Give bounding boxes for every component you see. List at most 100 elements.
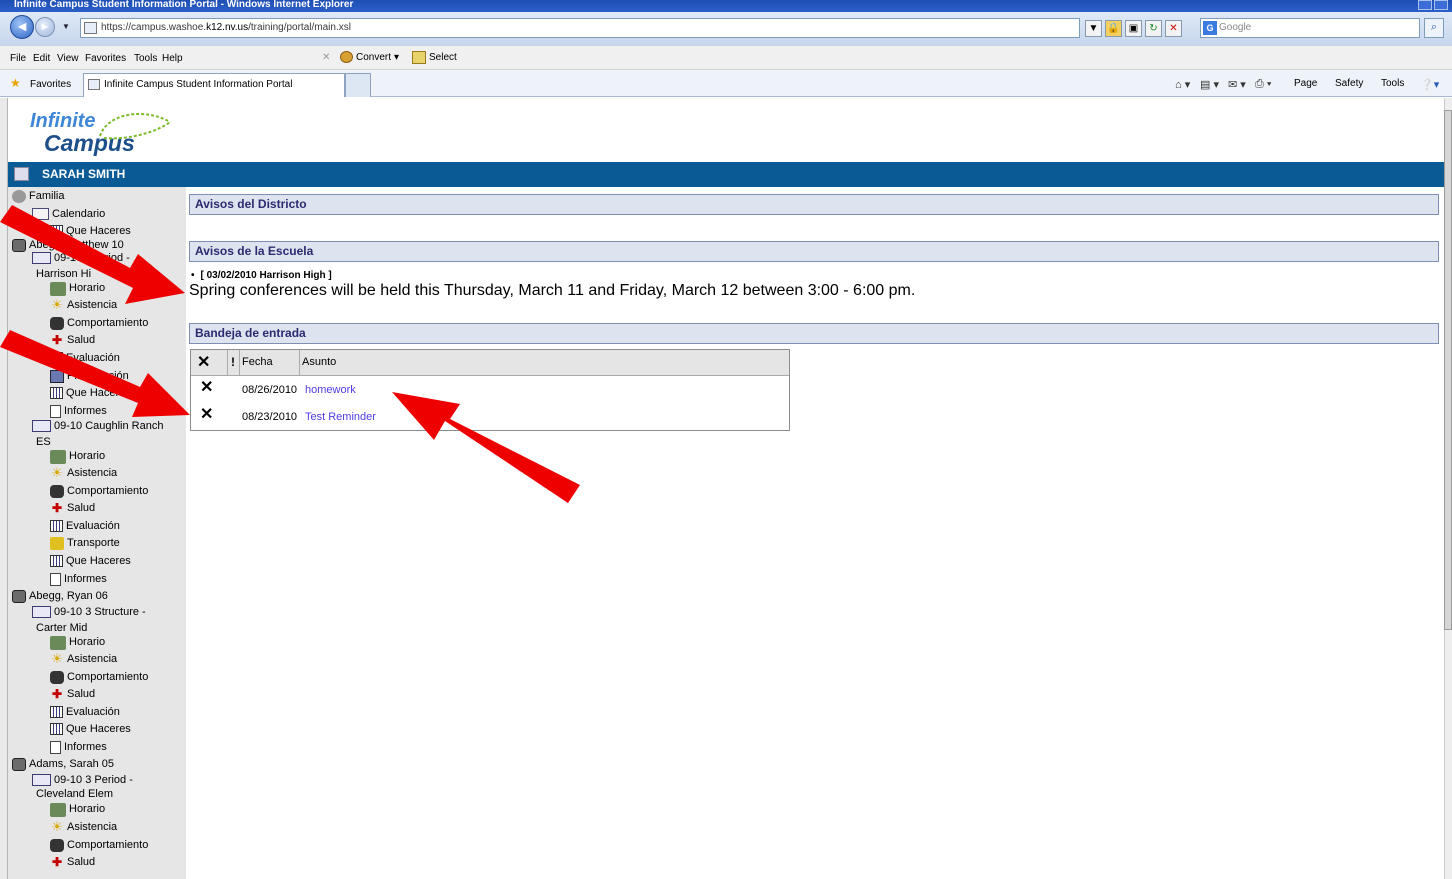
sidebar-item[interactable]: Comportamiento [50, 485, 148, 498]
lock-icon[interactable]: 🔒 [1105, 20, 1122, 37]
search-input[interactable]: G Google [1200, 18, 1420, 38]
col-priority[interactable]: ! [228, 350, 240, 375]
close-toolbar-icon[interactable]: ✕ [322, 52, 330, 63]
sidebar-item[interactable]: Informes [50, 405, 107, 418]
menu-favorites[interactable]: Favorites [85, 53, 126, 64]
url-dropdown-icon[interactable]: ▼ [1085, 20, 1102, 37]
col-date[interactable]: Fecha [240, 350, 300, 375]
address-bar-area: ◄ ► ▼ https://campus.washoe.k12.nv.us/tr… [0, 12, 1452, 46]
url-input[interactable]: https://campus.washoe.k12.nv.us/training… [80, 18, 1080, 38]
sidebar-item[interactable]: ✚ Salud [50, 856, 95, 869]
sidebar-item[interactable]: 09-10 3 Structure - [32, 606, 146, 619]
message-subject-link[interactable]: homework [305, 384, 356, 396]
sidebar-item[interactable]: Comportamiento [50, 671, 148, 684]
sidebar-item[interactable]: Que Haceres [50, 555, 131, 568]
menu-edit[interactable]: Edit [33, 53, 50, 64]
delete-icon[interactable]: ✕ [200, 380, 213, 396]
sidebar-item[interactable]: Horario [50, 450, 105, 464]
sidebar-item[interactable]: Informes [50, 741, 107, 754]
sidebar-item-label: Horario [69, 450, 106, 462]
sidebar-item[interactable]: Cleveland Elem [36, 788, 113, 801]
col-subject[interactable]: Asunto [300, 350, 789, 375]
sidebar-item[interactable]: ✚ Salud [50, 334, 95, 347]
window-left-edge [0, 98, 8, 879]
school-icon [32, 606, 51, 618]
recent-pages-dropdown-icon[interactable]: ▼ [62, 22, 70, 31]
chevron-down-icon: ▾ [394, 51, 400, 63]
safety-menu[interactable]: Safety [1335, 78, 1363, 89]
sidebar-item[interactable]: Evaluación [50, 706, 120, 719]
sidebar-item[interactable]: Calendario [32, 208, 105, 221]
sidebar-item[interactable]: ☀ Asistencia [50, 298, 117, 312]
convert-button[interactable]: Convert ▾ [340, 51, 399, 63]
sidebar-item[interactable]: 09-10 Caughlin Ranch [32, 420, 163, 433]
sidebar-item[interactable]: Comportamiento [50, 839, 148, 852]
sidebar-item[interactable]: Harrison Hi [36, 268, 91, 281]
tools-menu[interactable]: Tools [1381, 78, 1404, 89]
sidebar-item[interactable]: ✚ Salud [50, 502, 95, 515]
tab-title: Infinite Campus Student Information Port… [104, 79, 293, 90]
feeds-icon[interactable]: ▤ ▾ [1200, 78, 1219, 91]
sidebar-item[interactable]: Carter Mid [36, 622, 87, 635]
sidebar-item[interactable]: 09-10 3 Period - [32, 774, 133, 787]
sidebar-item[interactable]: Horario [50, 803, 105, 817]
favorites-star-icon[interactable]: ★ [10, 77, 21, 89]
sidebar-item[interactable]: ☀ Asistencia [50, 652, 117, 666]
menu-help[interactable]: Help [162, 53, 183, 64]
student-icon [12, 758, 26, 771]
sidebar-item-label: Adams, Sarah 05 [29, 758, 114, 770]
sidebar-item[interactable]: Que Haceres [50, 225, 131, 238]
stop-icon[interactable]: ✕ [1165, 20, 1182, 37]
sidebar-item[interactable]: Horario [50, 636, 105, 650]
sidebar-item[interactable]: Abegg, Matthew 10 [12, 239, 124, 252]
inbox-header: Bandeja de entrada [189, 323, 1439, 344]
sidebar-item[interactable]: Comportamiento [50, 317, 148, 330]
refresh-icon[interactable]: ↻ [1145, 20, 1162, 37]
col-delete-icon[interactable]: ✕ [191, 350, 228, 375]
sidebar-item[interactable]: Informes [50, 573, 107, 586]
sidebar-item[interactable]: 09-10 4Period - [32, 252, 130, 265]
menu-file[interactable]: File [10, 53, 26, 64]
sidebar-item[interactable]: Evaluación [50, 520, 120, 533]
delete-icon[interactable]: ✕ [200, 407, 213, 423]
sidebar-item[interactable]: Familia [12, 190, 64, 203]
back-button[interactable]: ◄ [10, 15, 34, 39]
compat-view-icon[interactable]: ▣ [1125, 20, 1142, 37]
print-icon[interactable]: ⎙ ▾ [1255, 78, 1271, 91]
student-icon [12, 590, 26, 603]
sidebar-item[interactable]: Adams, Sarah 05 [12, 758, 114, 771]
sidebar-item[interactable]: ☀ Asistencia [50, 466, 117, 480]
sidebar-item[interactable]: Horario [50, 282, 105, 296]
home-icon[interactable]: ⌂ ▾ [1175, 78, 1190, 91]
inbox-column-headers: ✕ ! Fecha Asunto [191, 350, 789, 376]
select-button[interactable]: Select [412, 51, 457, 64]
sidebar-item[interactable]: ES [36, 436, 51, 449]
browser-tab[interactable]: Infinite Campus Student Information Port… [83, 73, 345, 97]
google-icon: G [1203, 21, 1217, 35]
sidebar-item[interactable]: Evaluación [50, 352, 120, 365]
help-icon[interactable]: ❔▾ [1420, 78, 1439, 91]
sidebar-item[interactable]: Que Haceres [50, 723, 131, 736]
menu-tools[interactable]: Tools [134, 53, 157, 64]
infinite-campus-logo: Infinite Campus [30, 108, 171, 158]
message-subject-link[interactable]: Test Reminder [305, 411, 376, 423]
favorites-button[interactable]: Favorites [30, 79, 71, 90]
forward-button[interactable]: ► [35, 17, 55, 37]
search-icon[interactable]: ⌕ [1424, 18, 1444, 38]
menu-view[interactable]: View [57, 53, 79, 64]
mail-icon[interactable]: ✉ ▾ [1228, 78, 1246, 91]
sidebar-item[interactable]: Transporte [50, 537, 120, 550]
sidebar-item[interactable]: Abegg, Ryan 06 [12, 590, 108, 603]
page-menu[interactable]: Page [1294, 78, 1317, 89]
sidebar-item-label: Informes [64, 573, 107, 585]
window-controls[interactable] [1418, 0, 1448, 10]
sidebar-item[interactable]: ✚ Salud [50, 688, 95, 701]
scrollbar-thumb[interactable] [1444, 110, 1452, 630]
sidebar-item[interactable]: Que Haceres [50, 387, 131, 400]
new-tab-button[interactable] [345, 73, 371, 97]
behavior-icon [50, 671, 64, 684]
sidebar-item[interactable]: Planificación [50, 370, 129, 383]
sidebar-item-label: Evaluación [66, 520, 120, 532]
health-icon: ✚ [51, 333, 63, 347]
sidebar-item[interactable]: ☀ Asistencia [50, 820, 117, 834]
